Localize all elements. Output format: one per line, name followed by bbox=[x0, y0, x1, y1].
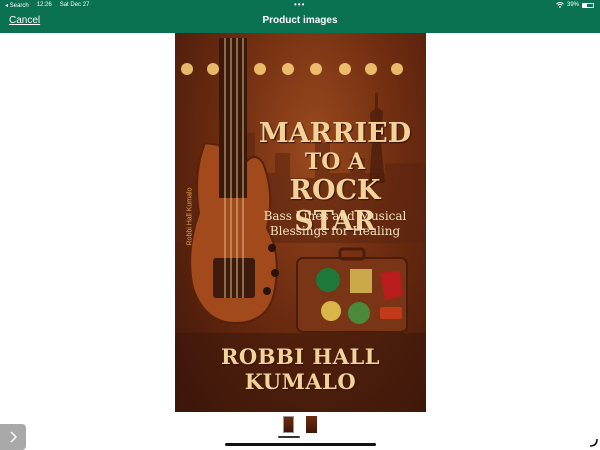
status-right: 39% bbox=[556, 2, 594, 8]
status-date: Sat Dec 27 bbox=[59, 2, 90, 8]
cover-title-line-2: TO A bbox=[304, 149, 366, 175]
status-left: ◂ Search 12:26 Sat Dec 27 bbox=[5, 2, 89, 9]
cover-spine-author: Robbi Hall Kumalo bbox=[186, 187, 194, 246]
back-to-app-link[interactable]: ◂ Search bbox=[5, 2, 29, 9]
battery-icon bbox=[582, 2, 594, 8]
status-time: 12:26 bbox=[36, 2, 52, 8]
selected-thumbnail-indicator bbox=[278, 436, 300, 438]
battery-percent: 39% bbox=[566, 2, 579, 8]
thumbnail-1[interactable] bbox=[283, 416, 294, 433]
home-indicator[interactable] bbox=[225, 443, 376, 446]
status-bar: ◂ Search 12:26 Sat Dec 27 ••• 39% bbox=[0, 0, 600, 11]
multitasking-dots[interactable]: ••• bbox=[294, 0, 305, 9]
thumbnail-2[interactable] bbox=[306, 416, 317, 433]
chevron-right-icon bbox=[10, 431, 18, 443]
resize-corner-icon[interactable] bbox=[587, 436, 599, 448]
cover-author: ROBBI HALL KUMALO bbox=[220, 344, 381, 394]
page-title: Product images bbox=[262, 15, 338, 26]
next-image-button[interactable] bbox=[0, 424, 26, 450]
battery-level bbox=[583, 3, 587, 7]
product-image-book-cover[interactable]: Robbi Hall Kumalo MARRIED TO A ROCK STAR… bbox=[175, 33, 426, 412]
stage-lights bbox=[181, 63, 403, 75]
cover-title-line-1: MARRIED bbox=[258, 118, 412, 149]
nav-bar: Cancel Product images bbox=[0, 11, 600, 33]
wifi-icon bbox=[556, 2, 564, 8]
cover-subtitle: Bass Lines and Musical Blessings for Hea… bbox=[263, 209, 407, 238]
